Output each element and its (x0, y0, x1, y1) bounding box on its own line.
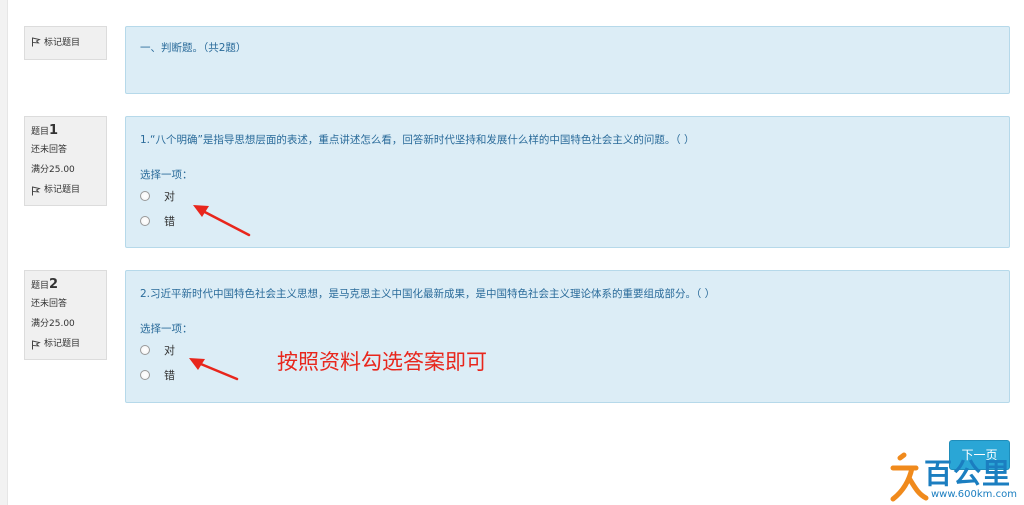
watermark-url: www.600km.com (931, 489, 1017, 500)
flag-label: 标记题目 (44, 38, 81, 48)
radio-button[interactable] (140, 216, 150, 226)
option-label: 错 (164, 369, 175, 382)
question-info-box: 题目1 还未回答 满分25.00 标记题目 (24, 116, 107, 206)
section-title: 一、判断题。（共2题） (140, 42, 247, 54)
choose-prompt: 选择一项： (140, 323, 193, 335)
question-flag-button[interactable]: 标记题目 (31, 183, 100, 198)
question-status: 还未回答 (31, 299, 68, 309)
question-score: 满分25.00 (31, 165, 75, 175)
radio-button[interactable] (140, 345, 150, 355)
question-text: 2.习近平新时代中国特色社会主义思想，是马克思主义中国化最新成果，是中国特色社会… (140, 288, 716, 300)
question-number: 题目1 (31, 123, 59, 138)
left-edge-bar (0, 0, 8, 505)
flag-icon (32, 339, 41, 349)
annotation-text: 按照资料勾选答案即可 (277, 350, 487, 374)
annotation-arrow (193, 205, 251, 237)
flag-icon (32, 185, 41, 195)
question-status: 还未回答 (31, 145, 68, 155)
option-true[interactable]: 对 (140, 342, 175, 358)
option-label: 错 (164, 215, 175, 228)
option-false[interactable]: 错 (140, 367, 175, 383)
watermark-logo-icon (890, 452, 929, 502)
choose-prompt: 选择一项： (140, 169, 193, 181)
option-false[interactable]: 错 (140, 213, 175, 229)
option-label: 对 (164, 190, 175, 203)
option-true[interactable]: 对 (140, 188, 175, 204)
flag-label: 标记题目 (44, 339, 81, 349)
watermark-text: 百公里 (924, 457, 1012, 490)
section-header-box: 一、判断题。（共2题） (125, 26, 1010, 94)
radio-button[interactable] (140, 370, 150, 380)
question-flag-button[interactable]: 标记题目 (31, 337, 100, 352)
flag-label: 标记题目 (44, 185, 81, 195)
section-flag-button[interactable]: 标记题目 (31, 35, 100, 48)
option-label: 对 (164, 344, 175, 357)
flag-icon (32, 36, 41, 46)
question-text: 1.“八个明确”是指导思想层面的表述，重点讲述怎么看，回答新时代坚持和发展什么样… (140, 134, 695, 146)
question-number: 题目2 (31, 277, 59, 292)
question-box: 2.习近平新时代中国特色社会主义思想，是马克思主义中国化最新成果，是中国特色社会… (125, 270, 1010, 403)
question-info-box: 题目2 还未回答 满分25.00 标记题目 (24, 270, 107, 360)
radio-button[interactable] (140, 191, 150, 201)
question-score: 满分25.00 (31, 319, 75, 329)
section-info-box: 标记题目 (24, 26, 107, 60)
annotation-arrow (189, 358, 239, 381)
